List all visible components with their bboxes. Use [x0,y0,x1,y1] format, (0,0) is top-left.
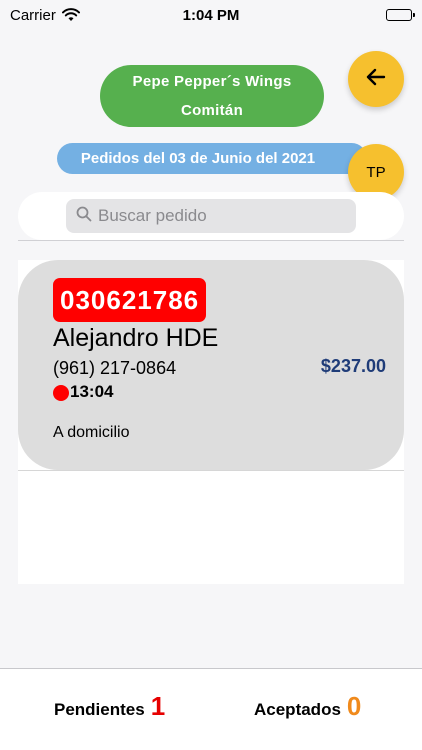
delivery-type: A domicilio [53,424,130,441]
customer-name: Alejandro HDE [53,324,219,352]
status-time: 1:04 PM [182,6,240,24]
order-time-row: 13:04 [53,382,113,402]
date-pill: Pedidos del 03 de Junio del 2021 [57,143,367,174]
back-button[interactable] [348,51,404,107]
tab-pending[interactable]: Pendientes 1 [54,691,165,722]
divider [18,240,404,241]
tab-accepted-label: Aceptados [254,700,341,719]
restaurant-city: Comitán [180,102,244,119]
pending-count: 1 [150,691,166,721]
tab-pending-label: Pendientes [54,700,145,719]
order-number-badge: 030621786 [53,278,207,322]
tab-accepted[interactable]: Aceptados 0 [254,691,361,722]
order-card[interactable]: 030621786 Alejandro HDE (961) 217-0864 1… [18,260,404,470]
search-bar [18,192,404,240]
status-bar: Carrier 1:04 PM [0,0,422,30]
search-field[interactable] [66,199,356,233]
order-time: 13:04 [70,382,114,401]
divider [18,470,404,471]
customer-phone: (961) 217-0864 [53,358,177,378]
date-label: Pedidos del 03 de Junio del 2021 [80,150,316,167]
accepted-count: 0 [346,691,362,721]
bottom-tab-bar: Pendientes 1 Aceptados 0 [0,668,422,750]
arrow-left-icon [366,68,386,91]
search-input[interactable] [98,206,338,226]
order-total: $237.00 [320,356,386,376]
restaurant-name: Pepe Pepper´s Wings [132,73,292,90]
avatar-initials: TP [366,163,386,181]
red-dot-icon [53,385,69,401]
orders-list: 030621786 Alejandro HDE (961) 217-0864 1… [18,260,404,584]
battery-icon [386,9,415,21]
search-icon [76,206,92,227]
restaurant-pill: Pepe Pepper´s Wings Comitán [100,65,324,127]
